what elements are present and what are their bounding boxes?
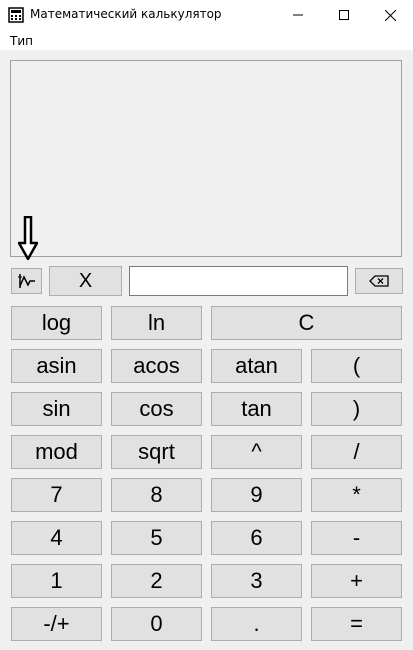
title-bar: Математический калькулятор — [0, 0, 413, 30]
digit-2-button[interactable]: 2 — [111, 564, 202, 598]
equals-button[interactable]: = — [311, 607, 402, 641]
add-button[interactable]: + — [311, 564, 402, 598]
minimize-icon — [293, 14, 303, 16]
atan-button[interactable]: atan — [211, 349, 302, 383]
subtract-button[interactable]: - — [311, 521, 402, 555]
clear-button[interactable]: C — [211, 306, 402, 340]
mod-button[interactable]: mod — [11, 435, 102, 469]
decimal-button[interactable]: . — [211, 607, 302, 641]
digit-4-button[interactable]: 4 — [11, 521, 102, 555]
open-paren-button[interactable]: ( — [311, 349, 402, 383]
close-paren-button[interactable]: ) — [311, 392, 402, 426]
menu-bar: Тип — [0, 30, 413, 50]
digit-7-button[interactable]: 7 — [11, 478, 102, 512]
cos-button[interactable]: cos — [111, 392, 202, 426]
asin-button[interactable]: asin — [11, 349, 102, 383]
multiply-button[interactable]: * — [311, 478, 402, 512]
close-icon — [384, 9, 396, 21]
close-button[interactable] — [367, 0, 413, 30]
sin-button[interactable]: sin — [11, 392, 102, 426]
result-display — [10, 60, 402, 257]
power-button[interactable]: ^ — [211, 435, 302, 469]
backspace-icon — [369, 275, 389, 287]
tan-button[interactable]: tan — [211, 392, 302, 426]
sqrt-button[interactable]: sqrt — [111, 435, 202, 469]
digit-5-button[interactable]: 5 — [111, 521, 202, 555]
minimize-button[interactable] — [275, 0, 321, 30]
graph-button[interactable] — [11, 268, 42, 294]
digit-1-button[interactable]: 1 — [11, 564, 102, 598]
log-button[interactable]: log — [11, 306, 102, 340]
graph-icon — [17, 274, 35, 288]
ln-button[interactable]: ln — [111, 306, 202, 340]
x-variable-button[interactable]: X — [49, 266, 122, 296]
maximize-button[interactable] — [321, 0, 367, 30]
negate-button[interactable]: -/+ — [11, 607, 102, 641]
digit-3-button[interactable]: 3 — [211, 564, 302, 598]
maximize-icon — [339, 10, 349, 20]
calculator-app-icon — [8, 7, 24, 23]
window-title: Математический калькулятор — [30, 7, 222, 21]
digit-8-button[interactable]: 8 — [111, 478, 202, 512]
divide-button[interactable]: / — [311, 435, 402, 469]
digit-9-button[interactable]: 9 — [211, 478, 302, 512]
menu-type[interactable]: Тип — [10, 34, 33, 48]
backspace-button[interactable] — [355, 268, 403, 294]
expression-input[interactable] — [129, 266, 348, 296]
digit-6-button[interactable]: 6 — [211, 521, 302, 555]
acos-button[interactable]: acos — [111, 349, 202, 383]
digit-0-button[interactable]: 0 — [111, 607, 202, 641]
down-arrow-icon — [18, 216, 38, 260]
